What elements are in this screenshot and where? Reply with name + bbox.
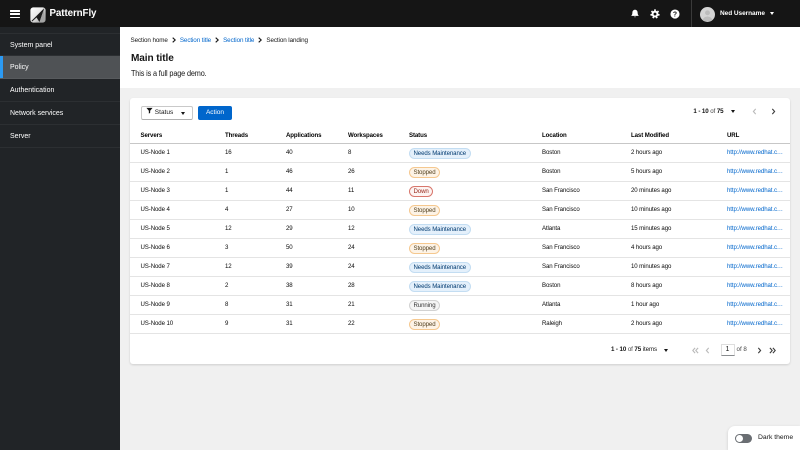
svg-text:?: ? xyxy=(673,11,677,18)
